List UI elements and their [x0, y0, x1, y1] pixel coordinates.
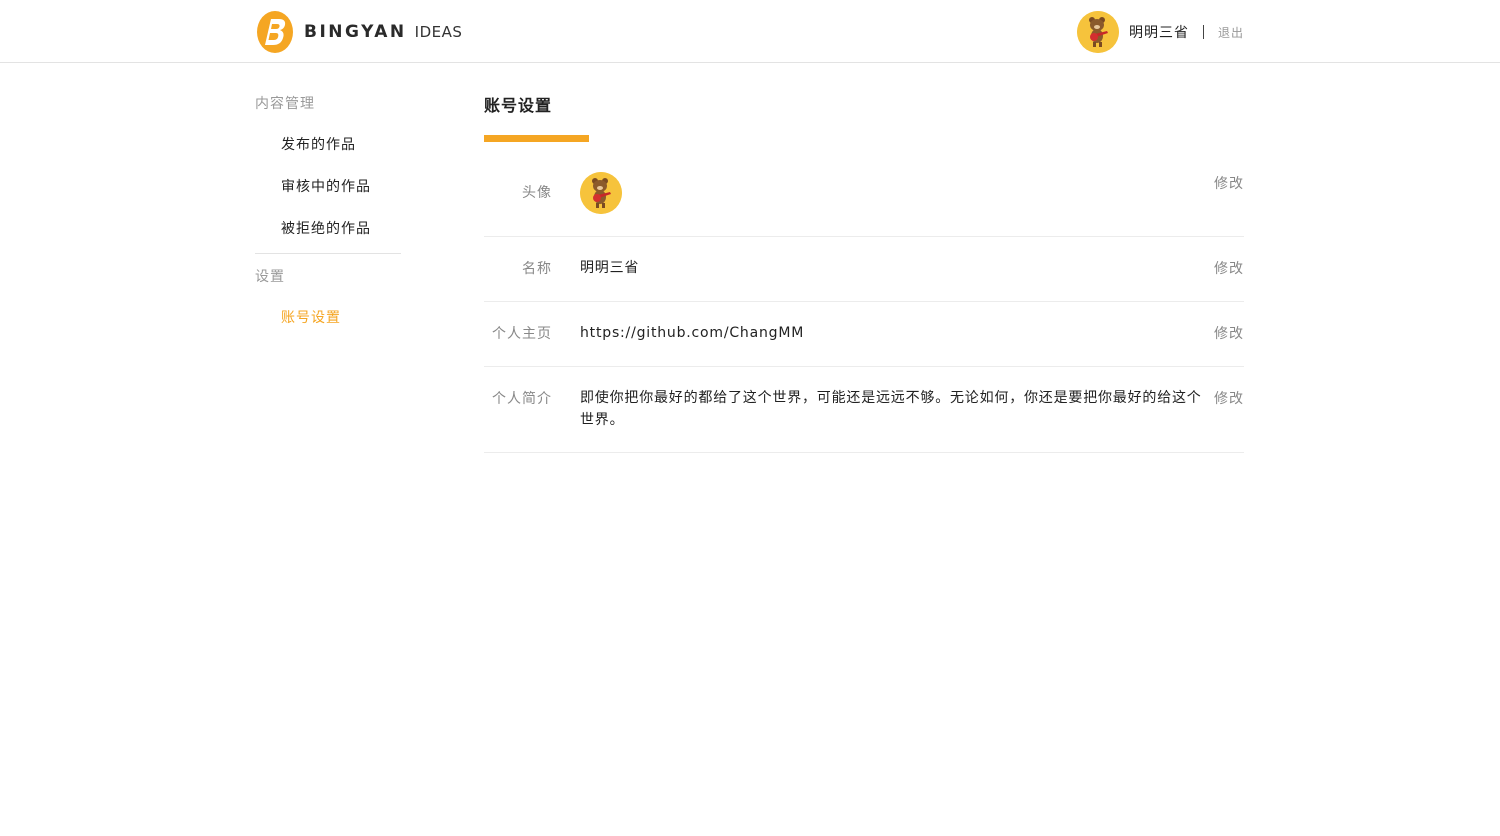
homepage-label: 个人主页: [492, 326, 552, 342]
sidebar-item-account-settings[interactable]: 账号设置: [255, 297, 401, 339]
profile-avatar: [580, 172, 622, 214]
page-title: 账号设置: [484, 96, 553, 115]
sidebar-group-title-content: 内容管理: [255, 96, 315, 112]
user-area: 明明三省 退出: [1076, 11, 1244, 53]
sidebar-item-rejected-works[interactable]: 被拒绝的作品: [255, 208, 401, 250]
sidebar-group-title-settings: 设置: [255, 269, 285, 285]
bingyan-logo-icon: [257, 11, 293, 53]
main-content: 账号设置 头像 修改 名称 明明三省 修改 个人主页 https://githu…: [484, 92, 1244, 453]
edit-bio-button[interactable]: 修改: [1214, 388, 1244, 408]
sidebar-item-published-works[interactable]: 发布的作品: [255, 124, 401, 166]
edit-homepage-button[interactable]: 修改: [1214, 323, 1244, 343]
logout-link[interactable]: 退出: [1218, 24, 1244, 41]
title-underline: [484, 135, 589, 142]
brand-logo[interactable]: BINGYAN IDEAS: [255, 10, 462, 54]
brand-name: BINGYAN: [304, 22, 407, 42]
bear-avatar-icon: [1076, 11, 1119, 53]
user-avatar[interactable]: [1076, 11, 1119, 53]
sidebar-nav: 内容管理 发布的作品 审核中的作品 被拒绝的作品 设置 账号设置: [255, 92, 401, 339]
user-name[interactable]: 明明三省: [1129, 22, 1189, 42]
name-value: 明明三省: [580, 260, 640, 276]
header-separator: [1202, 25, 1204, 39]
edit-name-button[interactable]: 修改: [1214, 258, 1244, 278]
bear-avatar-icon: [580, 172, 622, 214]
sidebar-item-reviewing-works[interactable]: 审核中的作品: [255, 166, 401, 208]
bio-value: 即使你把你最好的都给了这个世界，可能还是远远不够。无论如何，你还是要把你最好的给…: [580, 390, 1202, 428]
bio-label: 个人简介: [492, 391, 552, 407]
name-label: 名称: [522, 261, 552, 277]
homepage-row: 个人主页 https://github.com/ChangMM 修改: [484, 302, 1244, 367]
bio-row: 个人简介 即使你把你最好的都给了这个世界，可能还是远远不够。无论如何，你还是要把…: [484, 367, 1244, 453]
edit-avatar-button[interactable]: 修改: [1214, 173, 1244, 193]
avatar-label: 头像: [522, 185, 552, 201]
brand-subtitle: IDEAS: [414, 23, 463, 41]
top-header: BINGYAN IDEAS 明明三省 退出: [0, 0, 1500, 63]
homepage-value: https://github.com/ChangMM: [580, 325, 805, 341]
name-row: 名称 明明三省 修改: [484, 237, 1244, 302]
avatar-row: 头像 修改: [484, 142, 1244, 237]
